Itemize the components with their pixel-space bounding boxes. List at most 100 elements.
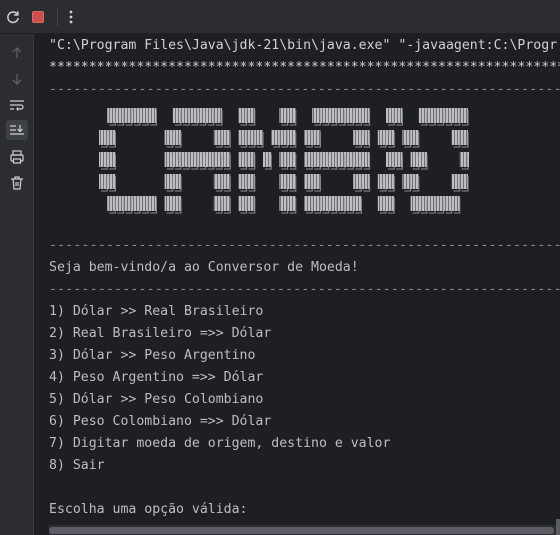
- logo-block: [459, 130, 468, 145]
- logo-block: [99, 174, 108, 189]
- scroll-up-icon[interactable]: [8, 44, 26, 62]
- logo-block: [361, 108, 370, 123]
- logo-block: [131, 108, 140, 123]
- soft-wrap-icon[interactable]: [8, 96, 26, 114]
- logo-block: [320, 152, 329, 167]
- logo-block: [394, 152, 403, 167]
- logo-block: [410, 174, 419, 189]
- logo-block: [377, 196, 386, 211]
- logo-block: [402, 130, 411, 145]
- menu-option-7: 7) Digitar moeda de origem, destino e va…: [49, 436, 391, 451]
- logo-block: [353, 174, 362, 189]
- logo-block: [164, 196, 173, 211]
- logo-block: [377, 174, 386, 189]
- horizontal-scrollbar[interactable]: [49, 525, 560, 535]
- logo-block: [377, 130, 386, 145]
- logo-block: [172, 174, 181, 189]
- logo-block: [172, 108, 181, 123]
- logo-block: [386, 152, 395, 167]
- logo-block: [222, 152, 231, 167]
- logo-block: [107, 108, 116, 123]
- logo-block: [312, 152, 321, 167]
- scroll-down-icon[interactable]: [8, 70, 26, 88]
- clear-icon[interactable]: [8, 174, 26, 192]
- logo-block: [394, 108, 403, 123]
- logo-block: [254, 130, 263, 145]
- logo-block: [459, 152, 468, 167]
- vertical-scrollbar-thumb[interactable]: [556, 519, 560, 535]
- logo-block: [99, 130, 108, 145]
- logo-block: [205, 152, 214, 167]
- logo-block: [123, 108, 132, 123]
- logo-block: [213, 196, 222, 211]
- logo-block: [107, 152, 116, 167]
- scrollbar-thumb[interactable]: [49, 527, 554, 534]
- logo-block: [131, 196, 140, 211]
- logo-block: [312, 174, 321, 189]
- logo-block: [336, 152, 345, 167]
- logo-block: [140, 108, 149, 123]
- logo-block: [279, 196, 288, 211]
- logo-block: [115, 108, 124, 123]
- logo-block: [320, 108, 329, 123]
- logo-block: [328, 152, 337, 167]
- logo-block: [238, 196, 247, 211]
- logo-block: [287, 130, 296, 145]
- menu-option-6: 6) Peso Colombiano =>> Dólar: [49, 414, 272, 429]
- console-output[interactable]: "C:\Program Files\Java\jdk-21\bin\java.e…: [49, 34, 560, 535]
- logo-block: [197, 152, 206, 167]
- logo-block: [238, 174, 247, 189]
- menu-option-1: 1) Dólar >> Real Brasileiro: [49, 304, 264, 319]
- logo-block: [410, 130, 419, 145]
- logo-block: [181, 152, 190, 167]
- stars-separator: ****************************************…: [49, 60, 560, 75]
- logo-block: [402, 174, 411, 189]
- logo-block: [189, 108, 198, 123]
- logo-block: [459, 108, 468, 123]
- command-line: "C:\Program Files\Java\jdk-21\bin\java.e…: [49, 38, 558, 53]
- dash-separator-1: ----------------------------------------…: [49, 82, 560, 97]
- logo-block: [361, 152, 370, 167]
- logo-block: [172, 196, 181, 211]
- logo-block: [386, 108, 395, 123]
- logo-block: [279, 108, 288, 123]
- logo-block: [148, 196, 157, 211]
- logo-block: [361, 130, 370, 145]
- logo-block: [287, 108, 296, 123]
- logo-block: [304, 152, 313, 167]
- print-icon[interactable]: [8, 148, 26, 166]
- logo-block: [213, 152, 222, 167]
- logo-block: [164, 130, 173, 145]
- logo-block: [238, 108, 247, 123]
- logo-block: [279, 152, 288, 167]
- menu-option-8: 8) Sair: [49, 458, 105, 473]
- logo-block: [107, 174, 116, 189]
- logo-block: [263, 152, 272, 167]
- logo-block: [386, 174, 395, 189]
- dash-separator-3: ----------------------------------------…: [49, 282, 560, 297]
- logo-block: [410, 152, 419, 167]
- logo-block: [246, 196, 255, 211]
- logo-block: [304, 196, 313, 211]
- logo-block: [197, 108, 206, 123]
- more-options-icon[interactable]: [62, 8, 80, 26]
- logo-block: [222, 196, 231, 211]
- logo-block: [435, 108, 444, 123]
- logo-block: [427, 108, 436, 123]
- logo-block: [213, 130, 222, 145]
- rerun-icon[interactable]: [4, 8, 22, 26]
- input-prompt[interactable]: Escolha uma opção válida:: [49, 499, 248, 521]
- logo-block: [246, 174, 255, 189]
- ascii-art-logo: [89, 100, 477, 222]
- logo-block: [279, 174, 288, 189]
- logo-block: [279, 130, 288, 145]
- logo-block: [246, 108, 255, 123]
- stop-icon[interactable]: [29, 8, 47, 26]
- menu-option-2: 2) Real Brasileiro =>> Dólar: [49, 326, 272, 341]
- scroll-to-end-icon[interactable]: [6, 120, 28, 140]
- logo-block: [312, 108, 321, 123]
- logo-block: [386, 130, 395, 145]
- logo-block: [451, 196, 460, 211]
- logo-block: [189, 152, 198, 167]
- console-sidebar: [0, 34, 34, 535]
